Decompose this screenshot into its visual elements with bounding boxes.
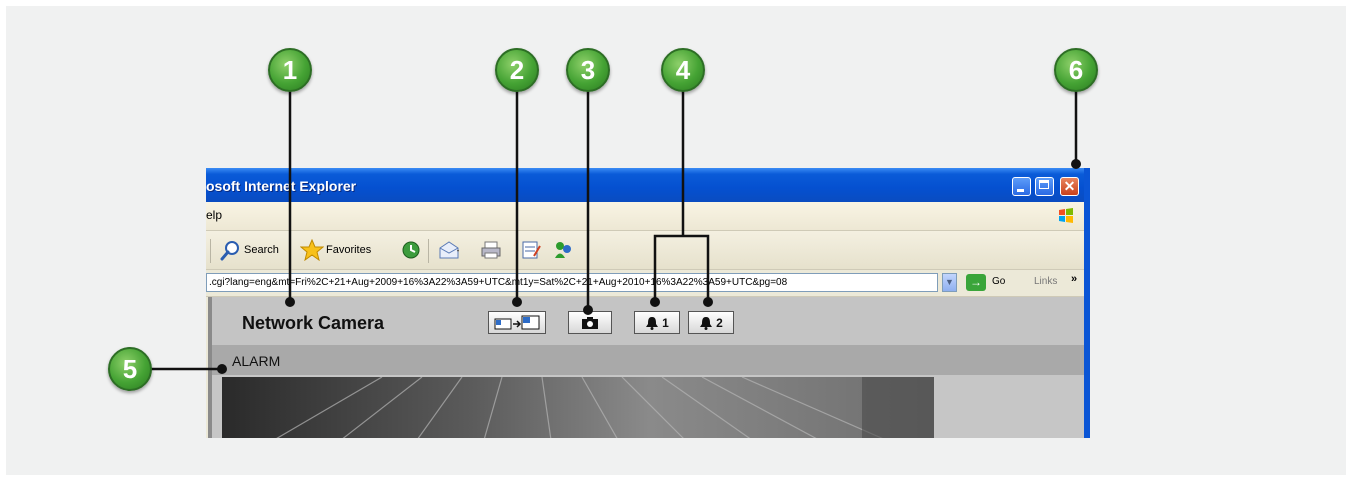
menu-bar: elp xyxy=(206,202,1090,231)
title-bar[interactable]: osoft Internet Explorer ✕ xyxy=(206,168,1090,202)
window-right-border xyxy=(1084,168,1090,438)
windows-logo-icon xyxy=(1059,208,1073,223)
minimize-button[interactable] xyxy=(1012,177,1031,196)
favorites-button[interactable]: Favorites xyxy=(300,239,371,261)
menu-item-help[interactable]: elp xyxy=(206,208,222,222)
links-chevron-icon[interactable]: » xyxy=(1071,273,1077,285)
search-label: Search xyxy=(244,244,279,256)
alarm-indicator-bar: ALARM xyxy=(208,345,1088,375)
browser-window: osoft Internet Explorer ✕ elp Search Fav… xyxy=(206,168,1090,438)
favorites-label: Favorites xyxy=(326,244,372,256)
history-icon[interactable] xyxy=(400,240,422,260)
links-label[interactable]: Links xyxy=(1034,276,1057,287)
callout-badge-3: 3 xyxy=(566,48,610,92)
search-button[interactable]: Search xyxy=(220,239,279,261)
toolbar-separator xyxy=(210,239,211,263)
toolbar: Search Favorites xyxy=(206,231,1090,270)
alarm-2-button[interactable]: 2 xyxy=(688,311,734,334)
snapshot-button[interactable] xyxy=(568,311,612,334)
address-bar: .cgi?lang=eng&mt=Fri%2C+21+Aug+2009+16%3… xyxy=(206,270,1090,297)
address-dropdown-icon[interactable]: ▼ xyxy=(942,273,957,292)
alarm-1-label: 1 xyxy=(662,315,669,330)
callout-badge-1: 1 xyxy=(268,48,312,92)
alarm-2-label: 2 xyxy=(716,315,723,330)
favorites-star-icon xyxy=(300,239,324,261)
page-title: Network Camera xyxy=(242,313,385,333)
maximize-button[interactable] xyxy=(1035,177,1054,196)
camera-header: Network Camera 1 2 xyxy=(208,297,1088,345)
screen-resize-icon xyxy=(494,315,540,329)
mail-icon[interactable] xyxy=(438,240,460,260)
callout-badge-5: 5 xyxy=(108,347,152,391)
alarm-status-text: ALARM xyxy=(232,353,281,369)
go-button[interactable]: Go xyxy=(992,276,1005,287)
camera-icon xyxy=(582,316,598,329)
bell-icon xyxy=(700,316,713,330)
callout-badge-4: 4 xyxy=(661,48,705,92)
bell-icon xyxy=(646,316,659,330)
go-arrow-icon[interactable]: → xyxy=(966,274,986,291)
video-area xyxy=(208,375,1088,438)
callout-badge-6: 6 xyxy=(1054,48,1098,92)
edit-icon[interactable] xyxy=(520,240,542,260)
address-input[interactable]: .cgi?lang=eng&mt=Fri%2C+21+Aug+2009+16%3… xyxy=(206,273,938,292)
window-title: osoft Internet Explorer xyxy=(206,178,357,194)
close-button[interactable]: ✕ xyxy=(1060,177,1079,196)
camera-live-image xyxy=(222,377,934,438)
screen-size-button[interactable] xyxy=(488,311,546,334)
callout-badge-2: 2 xyxy=(495,48,539,92)
search-icon xyxy=(220,241,239,261)
close-icon: ✕ xyxy=(1063,178,1076,194)
alarm-1-button[interactable]: 1 xyxy=(634,311,680,334)
toolbar-separator xyxy=(428,239,429,263)
messenger-icon[interactable] xyxy=(552,240,574,260)
camera-page: Network Camera 1 2 ALARM xyxy=(206,297,1090,438)
print-icon[interactable] xyxy=(480,240,502,260)
